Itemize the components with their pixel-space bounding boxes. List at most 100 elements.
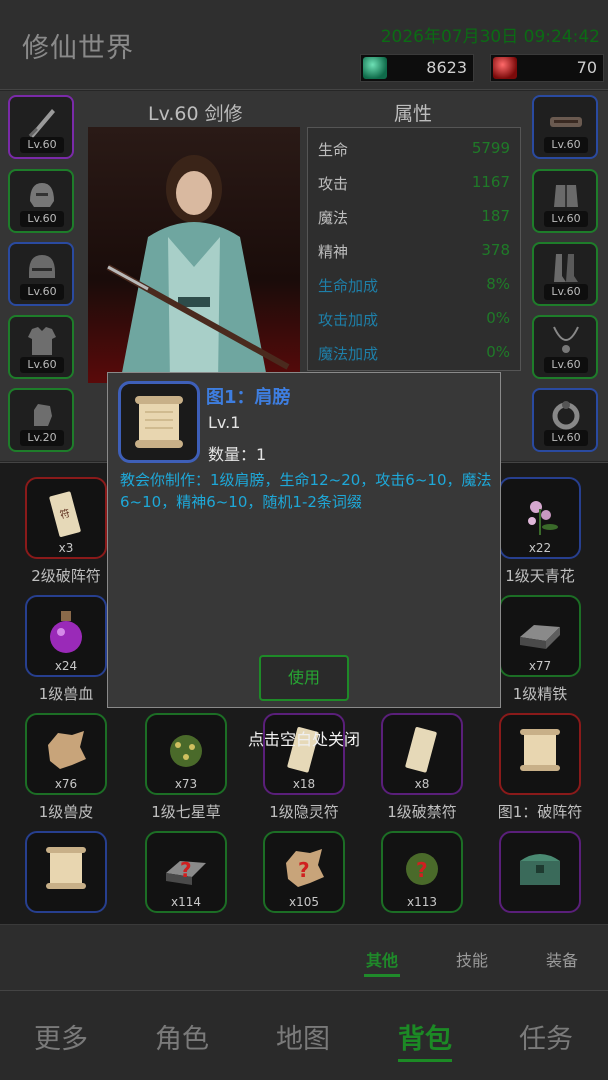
slot-level: Lv.20 (20, 430, 64, 446)
item-count: x113 (406, 895, 437, 909)
item-count: x8 (414, 777, 430, 791)
armor-icon (28, 327, 56, 355)
item-detail-dialog: 图1：肩膀 Lv.1 数量：1 教会你制作：1级肩膀，生命12~20，攻击6~1… (107, 372, 501, 708)
nav-more[interactable]: 更多 (34, 1017, 88, 1056)
character-class-title: Lv.60 剑修 (148, 103, 243, 125)
attr-magic: 魔法 187 (318, 200, 510, 234)
bottom-navigation: 更多 角色 地图 背包 任务 (0, 990, 608, 1080)
slot-level: Lv.60 (20, 211, 64, 227)
use-button[interactable]: 使用 (259, 655, 349, 701)
swordsman-figure (106, 155, 290, 383)
nav-map[interactable]: 地图 (276, 1017, 330, 1056)
attr-label: 魔法 (318, 209, 349, 227)
close-hint[interactable]: 点击空白处关闭 (0, 726, 608, 750)
inventory-category-tabs: 其他 技能 装备 (0, 924, 608, 990)
attr-label: 生命加成 (318, 277, 379, 295)
ruby-amount: 70 (576, 58, 597, 77)
sword-icon (28, 109, 55, 138)
scroll-icon (135, 396, 183, 448)
ruby-currency: 70 (490, 54, 604, 82)
ring-icon (552, 401, 580, 430)
item-count: x77 (528, 659, 552, 673)
item-name: 图1：破阵符 (497, 803, 583, 821)
armor-slot[interactable]: Lv.60 (8, 315, 74, 379)
jade-gem-icon (363, 57, 387, 79)
attr-label: 攻击 (318, 175, 349, 193)
slot-level: Lv.60 (544, 137, 588, 153)
item-name: 1级隐灵符 (269, 803, 339, 821)
item-name: 1级兽皮 (38, 803, 94, 821)
game-title: 修仙世界 (22, 33, 134, 64)
gloves-slot[interactable]: Lv.20 (8, 388, 74, 452)
item-count: x105 (288, 895, 319, 909)
nav-character[interactable]: 角色 (155, 1017, 209, 1056)
item-count: x22 (528, 541, 552, 555)
ring-slot[interactable]: Lv.60 (532, 388, 598, 452)
attr-hp: 生命 5799 (318, 132, 510, 166)
attr-hp-bonus: 生命加成 8% (318, 268, 510, 302)
attr-value: 0% (486, 343, 510, 361)
iron-helm-icon (29, 255, 55, 278)
top-bar: 修仙世界 2026年07月30日 09:24:42 8623 70 (0, 0, 608, 90)
svg-text:?: ? (180, 858, 192, 882)
item-count: x114 (170, 895, 201, 909)
iron-ingot-icon (520, 625, 560, 649)
helmet-slot[interactable]: Lv.60 (8, 169, 74, 233)
gauntlet-icon (34, 404, 52, 426)
chestplate-icon (554, 185, 578, 207)
boots-icon (554, 254, 578, 282)
shoulder-slot[interactable]: Lv.60 (532, 95, 598, 159)
attr-label: 魔法加成 (318, 345, 379, 363)
slot-level: Lv.60 (20, 284, 64, 300)
necklace-slot[interactable]: Lv.60 (532, 315, 598, 379)
flower-icon (528, 501, 558, 535)
nav-quests[interactable]: 任务 (519, 1017, 573, 1056)
helmet-icon (30, 183, 54, 207)
scroll-icon (46, 847, 86, 889)
shoulder-icon (550, 117, 582, 127)
attr-value: 5799 (471, 139, 510, 157)
svg-text:?: ? (416, 858, 428, 882)
character-portrait (88, 127, 300, 383)
item-count: x3 (58, 541, 74, 555)
slot-level: Lv.60 (544, 284, 588, 300)
item-quantity: 数量：1 (208, 445, 267, 464)
item-level: Lv.1 (208, 413, 241, 432)
unknown-hide-icon: ? (286, 849, 324, 887)
ruby-gem-icon (493, 57, 517, 79)
item-count: x24 (54, 659, 78, 673)
nav-backpack[interactable]: 背包 (398, 1017, 452, 1062)
attr-spirit: 精神 378 (318, 234, 510, 268)
necklace-icon (553, 326, 579, 353)
potion-icon (50, 611, 82, 653)
slot-level: Lv.60 (20, 137, 64, 153)
slot-level: Lv.60 (544, 430, 588, 446)
helm-slot-2[interactable]: Lv.60 (8, 242, 74, 306)
tab-skills[interactable]: 技能 (456, 947, 488, 971)
slot-level: Lv.60 (20, 357, 64, 373)
item-icon-frame (118, 381, 200, 463)
attr-label: 精神 (318, 243, 349, 261)
svg-text:?: ? (298, 858, 310, 882)
treasure-chest-icon (520, 854, 560, 885)
jade-currency: 8623 (360, 54, 474, 82)
slot-level: Lv.60 (544, 357, 588, 373)
item-count: x76 (54, 777, 78, 791)
attributes-box: 生命 5799 攻击 1167 魔法 187 精神 378 生命加成 8% 攻击… (307, 127, 521, 371)
talisman-icon: 符 (49, 491, 81, 537)
tab-equipment[interactable]: 装备 (546, 947, 578, 971)
weapon-slot[interactable]: Lv.60 (8, 95, 74, 159)
item-name: 1级七星草 (151, 803, 221, 821)
game-screen: 修仙世界 2026年07月30日 09:24:42 8623 70 Lv.60 … (0, 0, 608, 1080)
slot-level: Lv.60 (544, 211, 588, 227)
attr-label: 生命 (318, 141, 349, 159)
attr-value: 0% (486, 309, 510, 327)
chest-slot[interactable]: Lv.60 (532, 169, 598, 233)
tab-other[interactable]: 其他 (363, 947, 401, 977)
item-name: 1级破禁符 (387, 803, 457, 821)
boots-slot[interactable]: Lv.60 (532, 242, 598, 306)
attr-value: 378 (481, 241, 510, 259)
unknown-herb-icon: ? (406, 853, 438, 885)
attr-attack: 攻击 1167 (318, 166, 510, 200)
attr-value: 8% (486, 275, 510, 293)
